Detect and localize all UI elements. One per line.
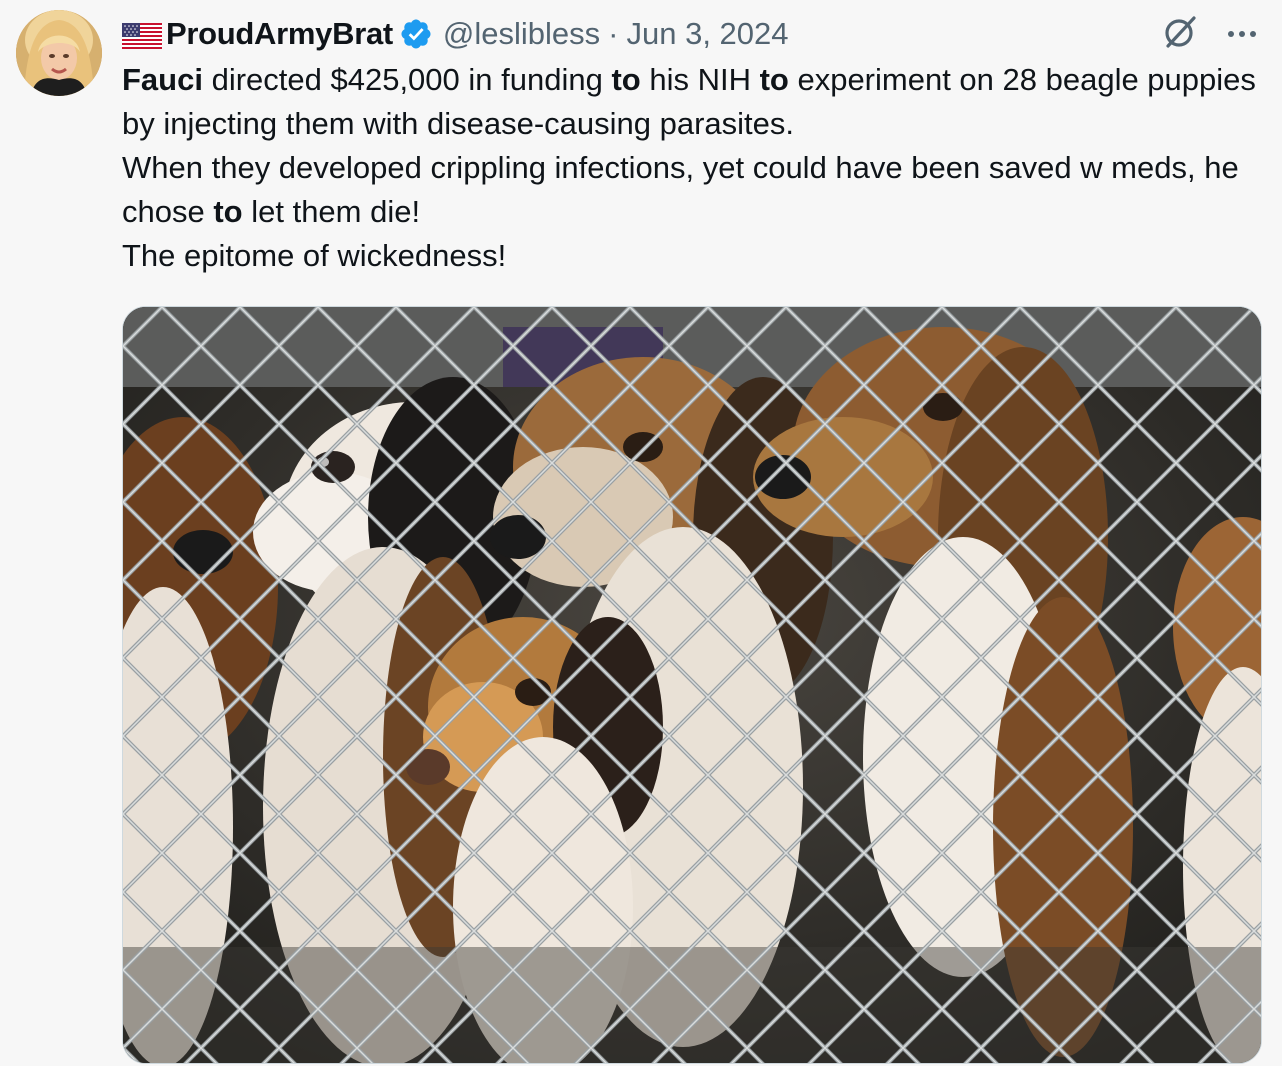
- separator-dot: ·: [608, 16, 619, 51]
- bold-word[interactable]: Fauci: [122, 62, 203, 97]
- tweet-text-paragraph-2: When they developed crippling infections…: [122, 146, 1262, 234]
- text-segment: directed $425,000 in funding: [202, 62, 612, 97]
- more-options-icon[interactable]: [1224, 16, 1260, 52]
- bold-word: to: [213, 194, 243, 229]
- timestamp[interactable]: Jun 3, 2024: [627, 16, 789, 52]
- us-flag-icon: [122, 21, 162, 49]
- tweet-text: Fauci directed $425,000 in funding to hi…: [122, 58, 1262, 278]
- tweet: ProudArmyBrat @leslibless · Jun 3, 2024 …: [0, 0, 1282, 1066]
- handle[interactable]: @leslibless: [443, 16, 600, 52]
- tweet-header: ProudArmyBrat @leslibless · Jun 3, 2024: [122, 12, 789, 56]
- tweet-text-paragraph-3: The epitome of wickedness!: [122, 238, 507, 273]
- grok-icon[interactable]: [1160, 12, 1200, 52]
- text-segment: his NIH: [640, 62, 760, 97]
- avatar[interactable]: [16, 10, 102, 96]
- verified-badge-icon[interactable]: [399, 17, 433, 51]
- bold-word: to: [759, 62, 789, 97]
- bold-word: to: [611, 62, 641, 97]
- tweet-text-paragraph-1: Fauci directed $425,000 in funding to hi…: [122, 58, 1262, 146]
- beagle-puppies-in-cage-photo[interactable]: [122, 306, 1262, 1064]
- display-name[interactable]: ProudArmyBrat: [166, 16, 393, 52]
- text-segment: let them die!: [242, 194, 421, 229]
